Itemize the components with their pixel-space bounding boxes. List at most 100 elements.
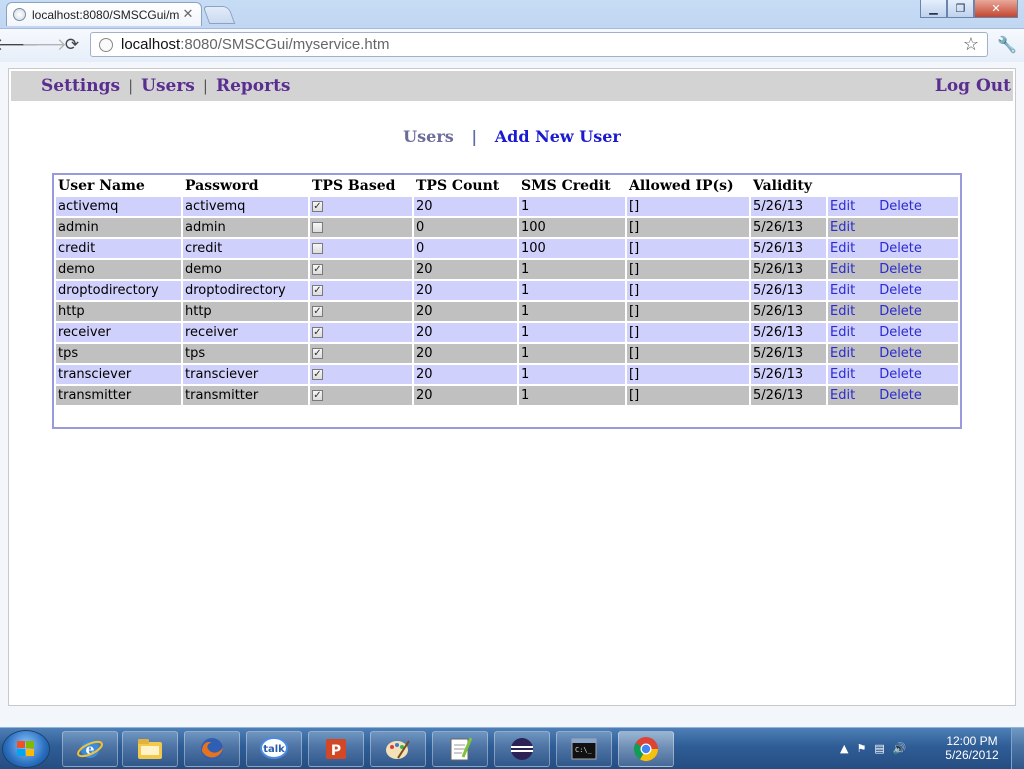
- header-tps-based: TPS Based: [312, 178, 396, 194]
- delete-user-link[interactable]: Delete: [879, 241, 922, 256]
- edit-user-link[interactable]: Edit: [830, 388, 855, 403]
- cell-actions: Edit Delete: [828, 344, 958, 363]
- subnav-separator: |: [471, 127, 478, 146]
- cell-validity: 5/26/13: [751, 365, 826, 384]
- close-window-button[interactable]: ✕: [974, 0, 1018, 18]
- wrench-menu-icon[interactable]: 🔧: [996, 33, 1018, 55]
- volume-icon[interactable]: 🔊: [893, 742, 907, 755]
- cell-tps-count: 0: [414, 239, 517, 258]
- menu-users-link[interactable]: Users: [141, 76, 195, 96]
- svg-text:talk: talk: [263, 744, 285, 755]
- cell-sms-credit: 100: [519, 239, 625, 258]
- cell-password: transciever: [183, 365, 308, 384]
- powerpoint-icon[interactable]: P: [308, 731, 364, 767]
- action-center-flag-icon[interactable]: ⚑: [856, 742, 866, 755]
- tps-based-checkbox[interactable]: ✓: [312, 327, 323, 338]
- delete-user-link[interactable]: Delete: [879, 346, 922, 361]
- delete-user-link[interactable]: Delete: [879, 262, 922, 277]
- delete-user-link[interactable]: Delete: [879, 304, 922, 319]
- chrome-icon[interactable]: [618, 731, 674, 767]
- paint-icon[interactable]: [370, 731, 426, 767]
- reload-icon[interactable]: ⟳: [61, 34, 83, 56]
- edit-user-link[interactable]: Edit: [830, 262, 855, 277]
- cell-tps-count: 20: [414, 386, 517, 405]
- tps-based-checkbox[interactable]: ✓: [312, 222, 323, 233]
- taskbar-clock[interactable]: 12:00 PM 5/26/2012: [936, 734, 1008, 762]
- cell-tps-based: ✓: [310, 239, 412, 258]
- network-icon[interactable]: ▤: [874, 742, 884, 755]
- start-button[interactable]: [3, 731, 49, 767]
- logout-link[interactable]: Log Out: [935, 76, 1011, 96]
- address-bar[interactable]: localhost:8080/SMSCGui/myservice.htm ☆: [90, 32, 988, 57]
- cell-actions: Edit Delete: [828, 323, 958, 342]
- system-tray: ▲ ⚑ ▤ 🔊: [840, 728, 914, 769]
- firefox-icon[interactable]: [184, 731, 240, 767]
- cell-tps-count: 20: [414, 365, 517, 384]
- menu-settings-link[interactable]: Settings: [41, 76, 120, 96]
- cell-tps-count: 20: [414, 302, 517, 321]
- table-row: activemq activemq ✓ 20 1[] 5/26/13 Edit Delete: [56, 197, 958, 216]
- tps-based-checkbox[interactable]: ✓: [312, 243, 323, 254]
- table-row: transciever transciever ✓ 20 1[] 5/26/13 Edit D…: [56, 365, 958, 384]
- users-table-container: User Name Password TPS Based TPS Count S…: [52, 173, 962, 429]
- cell-tps-based: ✓: [310, 281, 412, 300]
- cell-actions: Edit Delete: [828, 302, 958, 321]
- page-info-icon[interactable]: [99, 37, 113, 52]
- edit-user-link[interactable]: Edit: [830, 325, 855, 340]
- edit-user-link[interactable]: Edit: [830, 346, 855, 361]
- table-row: receiver receiver ✓ 20 1[] 5/26/13 Edit Delete: [56, 323, 958, 342]
- table-header-row: User Name Password TPS Based TPS Count S…: [56, 177, 958, 195]
- minimize-button[interactable]: ▁: [920, 0, 947, 18]
- add-new-user-link[interactable]: Add New User: [495, 127, 621, 146]
- command-prompt-icon[interactable]: C:\_: [556, 731, 612, 767]
- tps-based-checkbox[interactable]: ✓: [312, 306, 323, 317]
- edit-user-link[interactable]: Edit: [830, 283, 855, 298]
- eclipse-icon[interactable]: [494, 731, 550, 767]
- cell-user-name: http: [56, 302, 181, 321]
- cell-validity: 5/26/13: [751, 239, 826, 258]
- tps-based-checkbox[interactable]: ✓: [312, 285, 323, 296]
- cell-validity: 5/26/13: [751, 344, 826, 363]
- cell-tps-count: 20: [414, 323, 517, 342]
- browser-tab[interactable]: localhost:8080/SMSCGui/m ✕: [6, 2, 202, 26]
- tps-based-checkbox[interactable]: ✓: [312, 264, 323, 275]
- cell-password: http: [183, 302, 308, 321]
- cell-tps-count: 20: [414, 344, 517, 363]
- delete-user-link[interactable]: Delete: [879, 388, 922, 403]
- internet-explorer-icon[interactable]: e: [62, 731, 118, 767]
- delete-user-link[interactable]: Delete: [879, 367, 922, 382]
- cell-sms-credit: 1: [519, 344, 625, 363]
- edit-user-link[interactable]: Edit: [830, 304, 855, 319]
- delete-user-link[interactable]: Delete: [879, 283, 922, 298]
- cell-password: droptodirectory: [183, 281, 308, 300]
- delete-user-link[interactable]: Delete: [879, 199, 922, 214]
- cell-user-name: credit: [56, 239, 181, 258]
- cell-allowed-ips: []: [627, 281, 749, 300]
- bookmark-star-icon[interactable]: ☆: [963, 34, 979, 55]
- notepad-plus-plus-icon[interactable]: [432, 731, 488, 767]
- show-desktop-button[interactable]: [1011, 728, 1024, 769]
- cell-sms-credit: 1: [519, 302, 625, 321]
- edit-user-link[interactable]: Edit: [830, 367, 855, 382]
- edit-user-link[interactable]: Edit: [830, 241, 855, 256]
- header-sms-credit: SMS Credit: [521, 178, 611, 194]
- edit-user-link[interactable]: Edit: [830, 220, 855, 235]
- new-tab-button[interactable]: [202, 6, 236, 24]
- menu-reports-link[interactable]: Reports: [216, 76, 291, 96]
- tps-based-checkbox[interactable]: ✓: [312, 390, 323, 401]
- cell-tps-count: 0: [414, 218, 517, 237]
- file-explorer-icon[interactable]: [122, 731, 178, 767]
- show-hidden-icons-icon[interactable]: ▲: [840, 742, 848, 755]
- cell-user-name: transciever: [56, 365, 181, 384]
- google-talk-icon[interactable]: talk: [246, 731, 302, 767]
- forward-arrow-icon[interactable]: 🡒: [21, 34, 67, 56]
- tab-close-icon[interactable]: ✕: [181, 7, 195, 22]
- maximize-button[interactable]: ❐: [947, 0, 974, 18]
- tps-based-checkbox[interactable]: ✓: [312, 348, 323, 359]
- delete-user-link[interactable]: Delete: [879, 325, 922, 340]
- cell-tps-based: ✓: [310, 386, 412, 405]
- page-favicon-icon: [13, 8, 26, 21]
- edit-user-link[interactable]: Edit: [830, 199, 855, 214]
- tps-based-checkbox[interactable]: ✓: [312, 369, 323, 380]
- tps-based-checkbox[interactable]: ✓: [312, 201, 323, 212]
